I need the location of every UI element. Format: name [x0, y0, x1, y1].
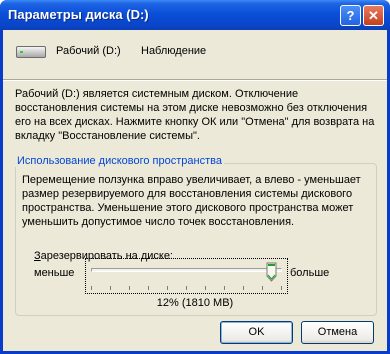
slider-tick	[129, 286, 130, 290]
slider-tick	[110, 286, 111, 290]
slider-tick	[205, 286, 206, 290]
window-title: Параметры диска (D:)	[8, 7, 149, 22]
slider-tick	[148, 286, 149, 290]
disk-usage-group-title: Использование дискового пространства	[15, 155, 224, 167]
drive-name: Рабочий (D:)	[56, 45, 121, 57]
reserve-label-mnemonic: З	[34, 250, 41, 262]
slider-description: Перемещение ползунка вправо увеличивает,…	[22, 174, 361, 228]
separator	[3, 79, 387, 81]
slider-tick	[186, 286, 187, 290]
system-drive-description: Рабочий (D:) является системным диском. …	[15, 88, 375, 142]
slider-tick	[167, 286, 168, 290]
drive-status: Наблюдение	[141, 45, 207, 57]
title-bar[interactable]: Параметры диска (D:) ? ✕	[0, 0, 390, 30]
help-button[interactable]: ?	[340, 5, 361, 26]
slider-tick	[91, 286, 92, 290]
dialog-body: Рабочий (D:) Наблюдение Рабочий (D:) явл…	[3, 30, 387, 351]
slider-min-label: меньше	[34, 267, 75, 279]
slider-tick	[262, 286, 263, 290]
slider-thumb[interactable]	[266, 262, 277, 282]
reserved-space-value: 12% (1810 MB)	[156, 297, 234, 309]
slider-tick	[243, 286, 244, 290]
slider-tick	[281, 286, 282, 290]
slider-max-label: больше	[290, 267, 330, 279]
hard-drive-icon	[16, 46, 46, 58]
cancel-button[interactable]: Отмена	[301, 321, 374, 344]
close-button[interactable]: ✕	[363, 5, 384, 26]
slider-tick	[224, 286, 225, 290]
ok-button[interactable]: OK	[220, 321, 293, 344]
slider-ticks	[91, 286, 282, 290]
disk-settings-window: Параметры диска (D:) ? ✕ Рабочий (D:) На…	[0, 0, 390, 354]
slider-track[interactable]	[91, 268, 282, 272]
close-icon: ✕	[368, 8, 379, 23]
disk-space-slider[interactable]	[85, 258, 288, 294]
